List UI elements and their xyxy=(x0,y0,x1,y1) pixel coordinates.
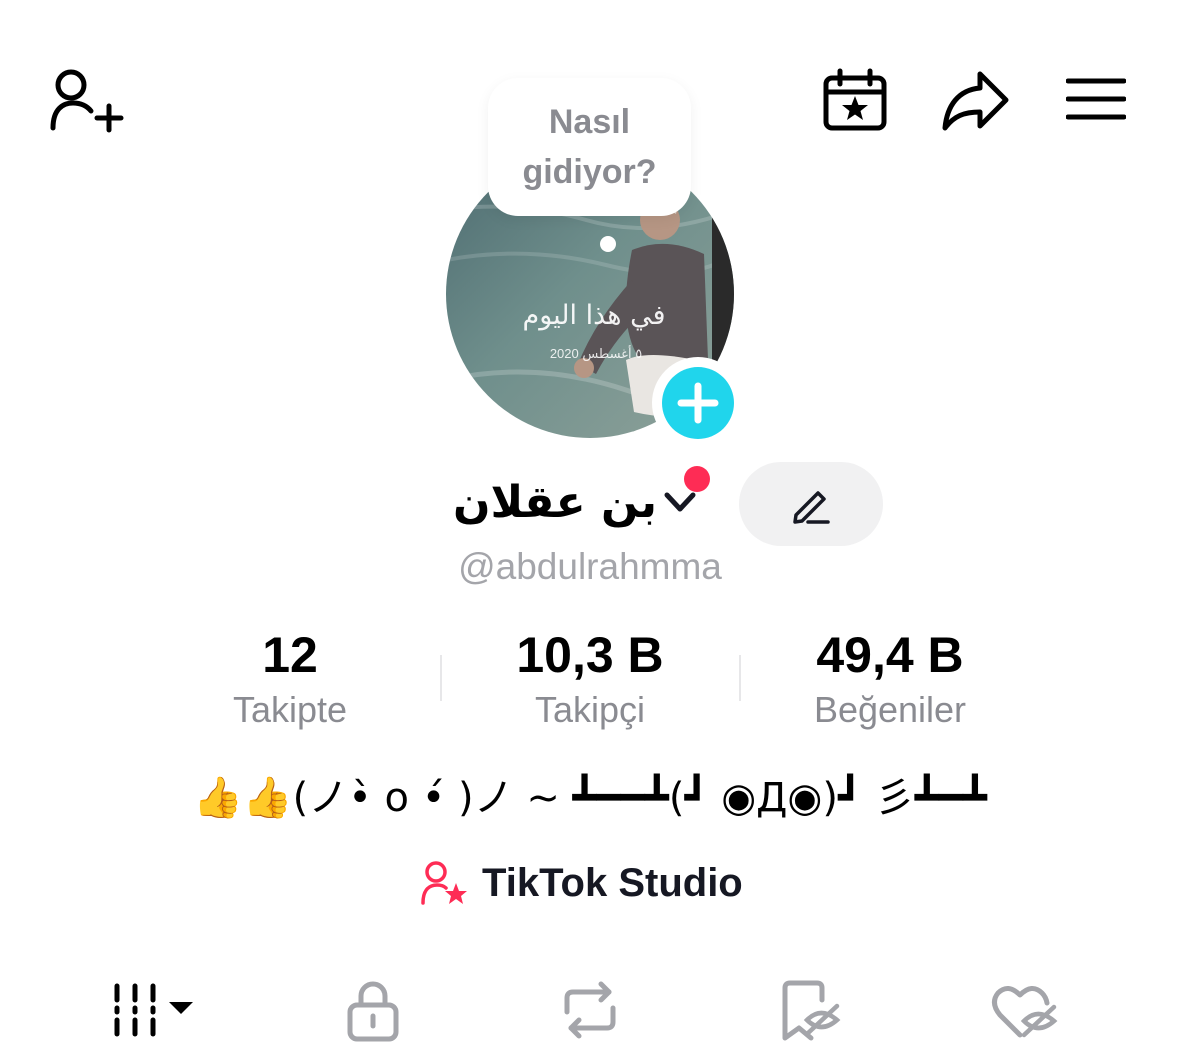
tab-reposts[interactable] xyxy=(535,970,645,1050)
stat-likes[interactable]: 49,4 B Beğeniler xyxy=(740,624,1040,734)
tiktok-studio-link[interactable]: TikTok Studio xyxy=(420,852,760,914)
display-name: بن عقلان xyxy=(452,476,658,528)
avatar-overlay-date: ٥ أغسطس 2020 xyxy=(549,346,643,361)
plus-icon-container xyxy=(662,367,734,439)
tab-favorites[interactable] xyxy=(755,970,865,1050)
stat-following[interactable]: 12 Takipte xyxy=(140,624,440,734)
add-friend-button[interactable] xyxy=(40,60,130,140)
edit-profile-button[interactable] xyxy=(739,462,883,546)
tiktok-studio-label: TikTok Studio xyxy=(482,860,743,905)
pencil-icon xyxy=(793,491,830,524)
person-plus-icon xyxy=(50,69,124,133)
stat-followers[interactable]: 10,3 B Takipçi xyxy=(440,624,740,734)
following-label: Takipte xyxy=(232,689,348,730)
tab-liked[interactable] xyxy=(970,970,1080,1050)
followers-count: 10,3 B xyxy=(516,627,664,683)
tab-videos[interactable] xyxy=(100,970,210,1050)
calendar-star-icon xyxy=(823,68,887,131)
person-star-icon xyxy=(421,861,467,905)
heart-hidden-icon xyxy=(992,986,1058,1038)
followers-label: Takipçi xyxy=(534,689,646,730)
bubble-text-line1: Nasıl xyxy=(548,103,631,141)
avatar-overlay-text: في هذا اليوم xyxy=(522,300,666,331)
share-arrow-icon xyxy=(942,71,1009,131)
notification-dot xyxy=(684,466,710,492)
following-count: 12 xyxy=(262,627,318,683)
status-bubble[interactable]: Nasıl gidiyor? xyxy=(488,78,691,216)
username: @abdulrahmma xyxy=(458,546,722,587)
add-story-button[interactable] xyxy=(652,357,744,449)
profile-bio: 👍👍(ノ•̀ o •́ )ノ ~ ┻━━┻(┛ ◉Д◉)┛ 彡┻━┻ xyxy=(192,775,987,821)
menu-button[interactable] xyxy=(1058,66,1134,132)
display-name-row[interactable]: بن عقلان xyxy=(430,462,720,542)
likes-count: 49,4 B xyxy=(816,627,964,683)
hamburger-menu-icon xyxy=(1066,78,1126,120)
grid-dropdown-icon xyxy=(114,983,193,1037)
tab-private[interactable] xyxy=(318,970,428,1050)
chevron-down-icon xyxy=(664,492,696,512)
plus-icon xyxy=(677,382,719,424)
bookmark-hidden-icon xyxy=(782,980,841,1041)
lock-icon xyxy=(347,981,399,1042)
repost-icon xyxy=(564,981,616,1039)
likes-label: Beğeniler xyxy=(813,689,967,730)
bubble-tail-dot xyxy=(600,236,616,252)
bubble-text-line2: gidiyor? xyxy=(522,153,657,191)
calendar-button[interactable] xyxy=(815,62,895,138)
share-button[interactable] xyxy=(935,62,1015,138)
